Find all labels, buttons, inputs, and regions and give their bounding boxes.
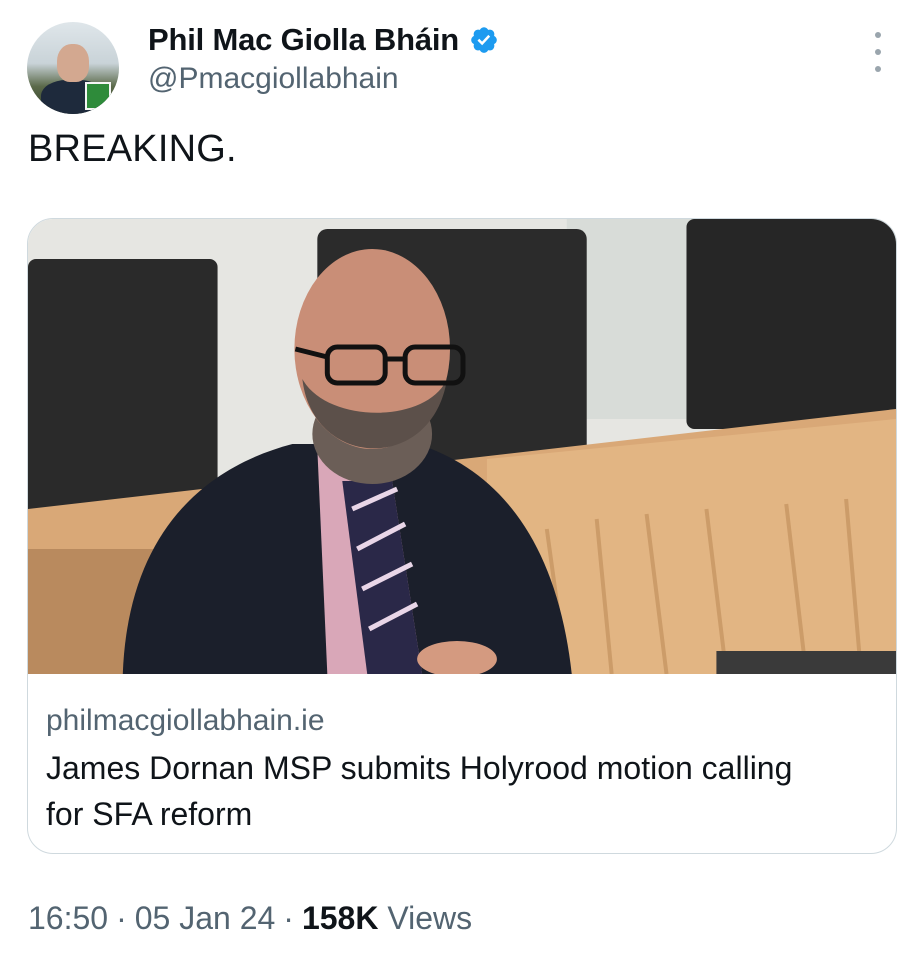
card-meta: philmacgiollabhain.ie James Dornan MSP s… — [46, 701, 878, 837]
link-card[interactable]: philmacgiollabhain.ie James Dornan MSP s… — [27, 218, 897, 854]
card-image — [28, 219, 896, 674]
handle[interactable]: @Pmacgiollabhain — [148, 62, 399, 96]
name-row: Phil Mac Giolla Bháin — [148, 22, 499, 58]
card-domain: philmacgiollabhain.ie — [46, 704, 325, 737]
views-count[interactable]: 158K — [302, 900, 379, 936]
verified-badge-icon — [471, 27, 497, 53]
avatar-badge — [85, 82, 111, 110]
avatar-face — [57, 44, 89, 82]
tweet-date[interactable]: 05 Jan 24 — [135, 900, 276, 937]
separator: · — [116, 900, 127, 936]
tweet-time[interactable]: 16:50 — [28, 900, 108, 937]
views-label: Views — [387, 900, 473, 936]
tweet-text: BREAKING. — [28, 128, 237, 170]
display-name[interactable]: Phil Mac Giolla Bháin — [148, 22, 459, 58]
card-title: James Dornan MSP submits Holyrood motion… — [46, 750, 793, 832]
more-options-icon[interactable] — [868, 32, 888, 72]
separator: · — [283, 900, 294, 936]
avatar[interactable] — [27, 22, 119, 114]
tweet-footer: 16:50 · 05 Jan 24 · 158K Views — [28, 900, 472, 937]
